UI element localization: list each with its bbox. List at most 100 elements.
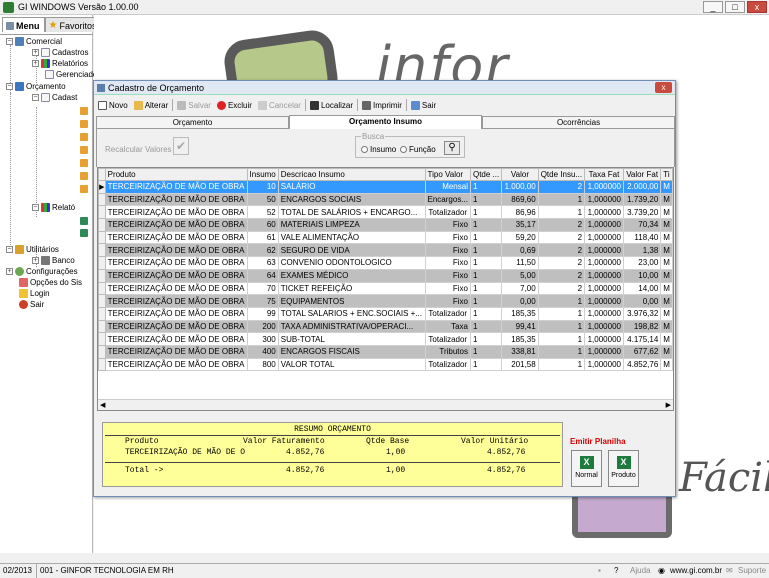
- expand-toggle[interactable]: +: [32, 60, 39, 67]
- table-cell[interactable]: TOTAL SALARIOS + ENC.SOCIAIS +...: [277, 306, 426, 321]
- tree-node-gerenciador[interactable]: Gerenciador: [45, 69, 100, 80]
- table-cell[interactable]: Mensal: [424, 180, 471, 194]
- tree-node-relatorios[interactable]: + Relatórios: [32, 58, 88, 69]
- row-indicator[interactable]: [98, 281, 106, 296]
- table-cell[interactable]: M: [660, 281, 673, 296]
- table-cell[interactable]: Totalizador: [424, 306, 471, 321]
- table-row[interactable]: TERCEIRIZAÇÃO DE MÃO DE OBRA 64 EXAMES MÉD…: [98, 268, 673, 283]
- table-cell[interactable]: 1: [469, 192, 503, 207]
- row-indicator[interactable]: [98, 294, 106, 308]
- table-cell[interactable]: 10,00: [622, 268, 662, 283]
- table-cell[interactable]: 3.739,20: [622, 205, 662, 220]
- table-cell[interactable]: 52: [246, 205, 279, 220]
- table-cell[interactable]: EXAMES MÉDICO: [277, 268, 426, 283]
- table-cell[interactable]: 1,000000: [584, 192, 624, 207]
- row-indicator[interactable]: [98, 268, 106, 283]
- scroll-left-arrow-icon[interactable]: ◀: [100, 401, 105, 409]
- table-cell[interactable]: TERCEIRIZAÇÃO DE MÃO DE OBRA: [104, 192, 248, 207]
- expand-toggle[interactable]: +: [6, 268, 13, 275]
- table-cell[interactable]: CONVENIO ODONTOLOGICO: [277, 256, 426, 270]
- table-cell[interactable]: 800: [246, 357, 279, 372]
- table-cell[interactable]: 1: [469, 205, 503, 220]
- table-cell[interactable]: 1,000000: [584, 294, 624, 308]
- table-cell[interactable]: 2: [537, 230, 586, 245]
- row-indicator[interactable]: [98, 256, 106, 270]
- table-cell[interactable]: 1: [537, 294, 586, 308]
- table-cell[interactable]: 1,000000: [584, 357, 624, 372]
- dialog-close-button[interactable]: x: [655, 82, 672, 93]
- novo-button[interactable]: Novo: [96, 99, 130, 112]
- table-cell[interactable]: 2: [537, 180, 586, 194]
- localizar-button[interactable]: Localizar: [308, 99, 355, 112]
- table-cell[interactable]: 1: [469, 319, 503, 334]
- table-cell[interactable]: 300: [246, 332, 279, 346]
- table-cell[interactable]: Fixo: [424, 294, 471, 308]
- form-icon[interactable]: [80, 132, 88, 141]
- expand-toggle[interactable]: +: [32, 257, 39, 264]
- table-cell[interactable]: M: [660, 344, 673, 359]
- table-cell[interactable]: 1: [537, 332, 586, 346]
- expand-toggle[interactable]: +: [32, 49, 39, 56]
- close-app-button[interactable]: x: [747, 1, 767, 13]
- table-cell[interactable]: Taxa: [424, 319, 471, 334]
- table-cell[interactable]: M: [660, 306, 673, 321]
- table-cell[interactable]: 869,60: [501, 192, 539, 207]
- table-cell[interactable]: 2: [537, 243, 586, 258]
- table-cell[interactable]: SUB-TOTAL: [277, 332, 426, 346]
- table-cell[interactable]: 70: [246, 281, 279, 296]
- table-cell[interactable]: 50: [246, 192, 279, 207]
- table-cell[interactable]: 1: [469, 218, 503, 232]
- tree-node-relatorios-orcamento[interactable]: − Relató: [32, 202, 75, 213]
- table-cell[interactable]: TERCEIRIZAÇÃO DE MÃO DE OBRA: [104, 281, 248, 296]
- table-cell[interactable]: Fixo: [424, 243, 471, 258]
- table-cell[interactable]: 1: [469, 268, 503, 283]
- grid-horizontal-scrollbar[interactable]: ◀ ▶: [98, 399, 673, 410]
- table-cell[interactable]: TERCEIRIZAÇÃO DE MÃO DE OBRA: [104, 268, 248, 283]
- tree-node-banco[interactable]: + Banco: [32, 255, 75, 266]
- table-cell[interactable]: M: [660, 180, 673, 194]
- table-cell[interactable]: 99: [246, 306, 279, 321]
- table-cell[interactable]: EQUIPAMENTOS: [277, 294, 426, 308]
- table-row[interactable]: TERCEIRIZAÇÃO DE MÃO DE OBRA 63 CONVENIO O…: [98, 256, 673, 270]
- table-cell[interactable]: 1,000000: [584, 319, 624, 334]
- suporte-link[interactable]: Suporte: [738, 566, 766, 575]
- table-cell[interactable]: 185,35: [501, 332, 539, 346]
- emitir-produto-button[interactable]: X Produto: [608, 450, 639, 487]
- table-row[interactable]: TERCEIRIZAÇÃO DE MÃO DE OBRA 75 EQUIPAMENT…: [98, 294, 673, 308]
- tree-node-configuracoes[interactable]: + Configurações: [6, 266, 78, 277]
- row-indicator[interactable]: [98, 230, 106, 245]
- table-cell[interactable]: 1: [469, 281, 503, 296]
- table-cell[interactable]: M: [660, 218, 673, 232]
- table-cell[interactable]: Encargos...: [424, 192, 471, 207]
- table-cell[interactable]: 75: [246, 294, 279, 308]
- table-cell[interactable]: 61: [246, 230, 279, 245]
- table-cell[interactable]: 1,38: [622, 243, 662, 258]
- col-valor-fat[interactable]: Valor Fat: [622, 168, 662, 181]
- table-cell[interactable]: TERCEIRIZAÇÃO DE MÃO DE OBRA: [104, 357, 248, 372]
- table-row[interactable]: TERCEIRIZAÇÃO DE MÃO DE OBRA 62 SEGURO DE …: [98, 243, 673, 258]
- table-cell[interactable]: 2: [537, 268, 586, 283]
- tree-node-comercial[interactable]: − Comercial: [6, 36, 62, 47]
- form-icon[interactable]: [80, 106, 88, 115]
- table-cell[interactable]: 200: [246, 319, 279, 334]
- table-cell[interactable]: Totalizador: [424, 332, 471, 346]
- table-row[interactable]: TERCEIRIZAÇÃO DE MÃO DE OBRA 300 SUB-TOTAL…: [98, 332, 673, 346]
- table-cell[interactable]: 1: [469, 256, 503, 270]
- tree-node-sair[interactable]: Sair: [19, 299, 44, 310]
- col-qtde[interactable]: Qtde ...: [469, 168, 503, 181]
- col-descricao[interactable]: Descricao Insumo: [277, 168, 426, 181]
- table-cell[interactable]: 2: [537, 281, 586, 296]
- table-cell[interactable]: 35,17: [501, 218, 539, 232]
- sair-button[interactable]: Sair: [409, 99, 438, 112]
- table-cell[interactable]: 64: [246, 268, 279, 283]
- form-icon[interactable]: [80, 158, 88, 167]
- table-cell[interactable]: TERCEIRIZAÇÃO DE MÃO DE OBRA: [104, 332, 248, 346]
- table-cell[interactable]: 1: [537, 319, 586, 334]
- table-cell[interactable]: ENCARGOS FISCAIS: [277, 344, 426, 359]
- table-cell[interactable]: TERCEIRIZAÇÃO DE MÃO DE OBRA: [104, 243, 248, 258]
- row-indicator[interactable]: [98, 218, 106, 232]
- table-cell[interactable]: 1: [537, 306, 586, 321]
- table-cell[interactable]: 1: [537, 357, 586, 372]
- radio-funcao[interactable]: Função: [400, 145, 436, 154]
- table-cell[interactable]: 1: [469, 243, 503, 258]
